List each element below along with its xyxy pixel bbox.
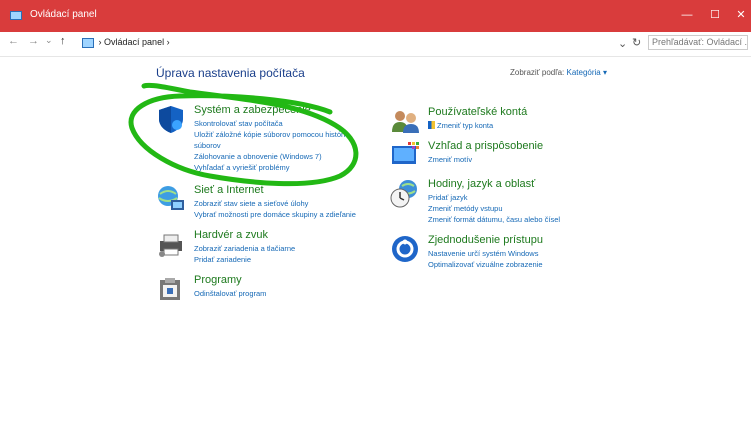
link-change-account-type[interactable]: Zmeniť typ konta [428, 120, 493, 131]
category-links: Zmeniť motív [428, 154, 472, 165]
link-add-device[interactable]: Pridať zariadenie [194, 254, 295, 265]
category-links: Nastavenie určí systém Windows Optimaliz… [428, 248, 543, 270]
minimize-button[interactable]: — [676, 6, 698, 24]
appearance-icon[interactable] [390, 140, 420, 170]
link-network-status[interactable]: Zobraziť stav siete a sieťové úlohy [194, 198, 356, 209]
category-heading[interactable]: Zjednodušenie prístupu [428, 234, 543, 246]
category-links: Skontrolovať stav počítača Uložiť záložn… [194, 118, 374, 173]
address-bar-row: ← → ⌄ ↑ › Ovládací panel › ⌄ ↻ Prehľadáv… [0, 32, 751, 57]
title-bar: Ovládací panel — ☐ ✕ [0, 0, 751, 32]
link-optimize-visual-display[interactable]: Optimalizovať vizuálne zobrazenie [428, 259, 543, 270]
view-by: Zobraziť podľa: Kategória ▾ [510, 68, 607, 77]
link-troubleshoot[interactable]: Vyhľadať a vyriešiť problémy [194, 162, 374, 173]
view-by-label: Zobraziť podľa: [510, 68, 565, 77]
control-panel-small-icon [82, 37, 94, 48]
link-text[interactable]: Zmeniť typ konta [437, 121, 493, 130]
control-panel-icon [10, 11, 22, 20]
window-title: Ovládací panel [30, 9, 97, 20]
category-heading[interactable]: Systém a zabezpečenie [194, 104, 311, 116]
category-heading[interactable]: Vzhľad a prispôsobenie [428, 140, 543, 152]
refresh-button[interactable]: ↻ [632, 36, 641, 49]
green-circle-annotation [128, 82, 359, 187]
link-devices-printers[interactable]: Zobraziť zariadenia a tlačiarne [194, 243, 295, 254]
clock-globe-icon[interactable] [390, 178, 420, 208]
back-button[interactable]: ← [8, 35, 19, 47]
link-uninstall-program[interactable]: Odinštalovať program [194, 288, 266, 299]
link-check-status[interactable]: Skontrolovať stav počítača [194, 118, 374, 129]
category-links: Zobraziť stav siete a sieťové úlohy Vybr… [194, 198, 356, 220]
search-input[interactable]: Prehľadávať: Ovládací ... [648, 35, 748, 50]
forward-button[interactable]: → [28, 35, 39, 47]
category-links: Zobraziť zariadenia a tlačiarne Pridať z… [194, 243, 295, 265]
link-backup-restore[interactable]: Zálohovanie a obnovenie (Windows 7) [194, 151, 374, 162]
link-add-language[interactable]: Pridať jazyk [428, 192, 560, 203]
category-links: Pridať jazyk Zmeniť metódy vstupu Zmeniť… [428, 192, 560, 225]
address-bar[interactable]: › Ovládací panel › [82, 35, 642, 50]
address-dropdown-button[interactable]: ⌄ [618, 37, 627, 50]
link-homegroup-sharing[interactable]: Vybrať možnosti pre domáce skupiny a zdi… [194, 209, 356, 220]
category-links: Odinštalovať program [194, 288, 266, 299]
printer-icon[interactable] [156, 229, 186, 259]
breadcrumb-control-panel[interactable]: Ovládací panel [104, 37, 164, 47]
category-heading[interactable]: Používateľské kontá [428, 106, 527, 118]
link-let-windows-suggest[interactable]: Nastavenie určí systém Windows [428, 248, 543, 259]
users-icon[interactable] [390, 106, 420, 136]
link-input-methods[interactable]: Zmeniť metódy vstupu [428, 203, 560, 214]
link-change-theme[interactable]: Zmeniť motív [428, 154, 472, 165]
category-heading[interactable]: Sieť a Internet [194, 184, 264, 196]
path-separator-end[interactable]: › [167, 37, 170, 47]
link-date-time-format[interactable]: Zmeniť formát dátumu, času alebo čísel [428, 214, 560, 225]
programs-icon[interactable] [156, 274, 186, 304]
link-file-history[interactable]: Uložiť záložné kópie súborov pomocou his… [194, 129, 374, 151]
category-links: Zmeniť typ konta [428, 120, 493, 131]
page-title: Úprava nastavenia počítača [156, 66, 305, 80]
maximize-button[interactable]: ☐ [704, 6, 726, 24]
category-heading[interactable]: Hardvér a zvuk [194, 229, 268, 241]
path-separator[interactable]: › [99, 37, 102, 47]
close-button[interactable]: ✕ [730, 6, 751, 24]
category-heading[interactable]: Programy [194, 274, 242, 286]
uac-shield-icon [428, 121, 435, 129]
recent-locations-button[interactable]: ⌄ [45, 35, 53, 46]
accessibility-icon[interactable] [390, 234, 420, 264]
network-icon[interactable] [156, 184, 186, 214]
up-button[interactable]: ↑ [60, 35, 66, 47]
view-by-dropdown[interactable]: Kategória ▾ [566, 68, 606, 77]
category-heading[interactable]: Hodiny, jazyk a oblasť [428, 178, 535, 190]
shield-icon[interactable] [156, 104, 186, 134]
